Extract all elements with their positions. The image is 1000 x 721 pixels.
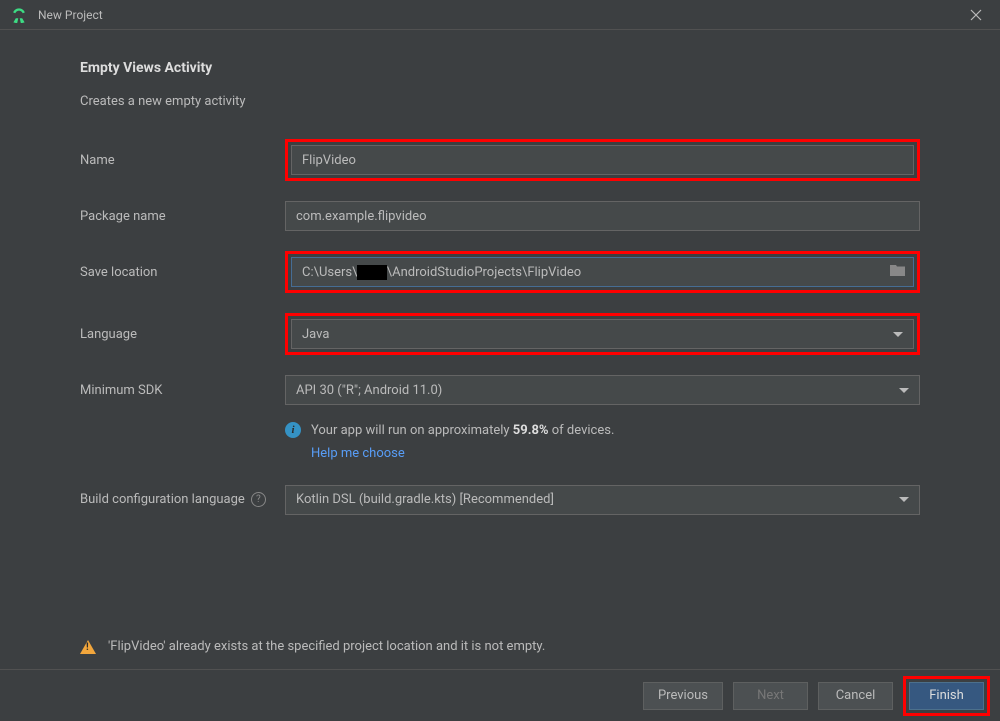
help-me-choose-link[interactable]: Help me choose bbox=[311, 444, 614, 465]
warning-bar: 'FlipVideo' already exists at the specif… bbox=[0, 627, 1000, 666]
sdk-info: i Your app will run on approximately 59.… bbox=[285, 421, 920, 465]
highlight-name bbox=[285, 139, 920, 181]
label-buildlang-text: Build configuration language bbox=[80, 492, 245, 507]
label-package: Package name bbox=[80, 209, 285, 224]
language-dropdown[interactable]: Java bbox=[291, 319, 914, 349]
button-bar: Previous Next Cancel Finish bbox=[0, 669, 1000, 721]
info-icon: i bbox=[285, 422, 301, 438]
previous-button[interactable]: Previous bbox=[643, 682, 723, 710]
warning-icon bbox=[80, 640, 96, 654]
location-input[interactable]: C:\Users\_____\AndroidStudioProjects\Fli… bbox=[291, 257, 914, 287]
titlebar: New Project bbox=[0, 0, 1000, 30]
row-buildlang: Build configuration language ? Kotlin DS… bbox=[80, 485, 920, 515]
row-location: Save location C:\Users\_____\AndroidStud… bbox=[80, 251, 920, 293]
minsdk-value: API 30 ("R"; Android 11.0) bbox=[296, 383, 899, 398]
folder-icon[interactable] bbox=[890, 264, 905, 280]
warning-text: 'FlipVideo' already exists at the specif… bbox=[108, 639, 545, 654]
content-area: Empty Views Activity Creates a new empty… bbox=[0, 30, 1000, 545]
location-post: \AndroidStudioProjects\FlipVideo bbox=[387, 265, 581, 280]
window-title: New Project bbox=[38, 8, 962, 22]
label-location: Save location bbox=[80, 265, 285, 280]
sdk-info-text: Your app will run on approximately 59.8%… bbox=[311, 421, 614, 465]
next-button: Next bbox=[733, 682, 808, 710]
buildlang-dropdown[interactable]: Kotlin DSL (build.gradle.kts) [Recommend… bbox=[285, 485, 920, 515]
label-minsdk: Minimum SDK bbox=[80, 383, 285, 398]
chevron-down-icon bbox=[899, 388, 909, 393]
label-name: Name bbox=[80, 153, 285, 168]
cancel-button[interactable]: Cancel bbox=[818, 682, 893, 710]
help-icon[interactable]: ? bbox=[251, 492, 266, 507]
location-redacted: _____ bbox=[357, 265, 386, 280]
info-post: of devices. bbox=[549, 423, 615, 438]
page-title: Empty Views Activity bbox=[80, 60, 920, 76]
buildlang-value: Kotlin DSL (build.gradle.kts) [Recommend… bbox=[296, 492, 899, 507]
highlight-language: Java bbox=[285, 313, 920, 355]
highlight-finish: Finish bbox=[903, 676, 990, 716]
field-minsdk: API 30 ("R"; Android 11.0) bbox=[285, 375, 920, 405]
minsdk-dropdown[interactable]: API 30 ("R"; Android 11.0) bbox=[285, 375, 920, 405]
android-studio-icon bbox=[10, 6, 28, 24]
row-language: Language Java bbox=[80, 313, 920, 355]
highlight-location: C:\Users\_____\AndroidStudioProjects\Fli… bbox=[285, 251, 920, 293]
label-language: Language bbox=[80, 327, 285, 342]
location-pre: C:\Users\ bbox=[302, 265, 357, 280]
page-subtitle: Creates a new empty activity bbox=[80, 94, 920, 109]
row-minsdk: Minimum SDK API 30 ("R"; Android 11.0) bbox=[80, 375, 920, 405]
row-name: Name bbox=[80, 139, 920, 181]
chevron-down-icon bbox=[893, 332, 903, 337]
chevron-down-icon bbox=[899, 497, 909, 502]
field-package bbox=[285, 201, 920, 231]
package-input[interactable] bbox=[285, 201, 920, 231]
row-package: Package name bbox=[80, 201, 920, 231]
info-percent: 59.8% bbox=[513, 423, 549, 438]
close-icon[interactable] bbox=[962, 1, 990, 29]
finish-button[interactable]: Finish bbox=[909, 682, 984, 710]
field-buildlang: Kotlin DSL (build.gradle.kts) [Recommend… bbox=[285, 485, 920, 515]
label-buildlang: Build configuration language ? bbox=[80, 492, 285, 507]
language-value: Java bbox=[302, 327, 893, 342]
info-pre: Your app will run on approximately bbox=[311, 423, 513, 438]
name-input[interactable] bbox=[291, 145, 914, 175]
